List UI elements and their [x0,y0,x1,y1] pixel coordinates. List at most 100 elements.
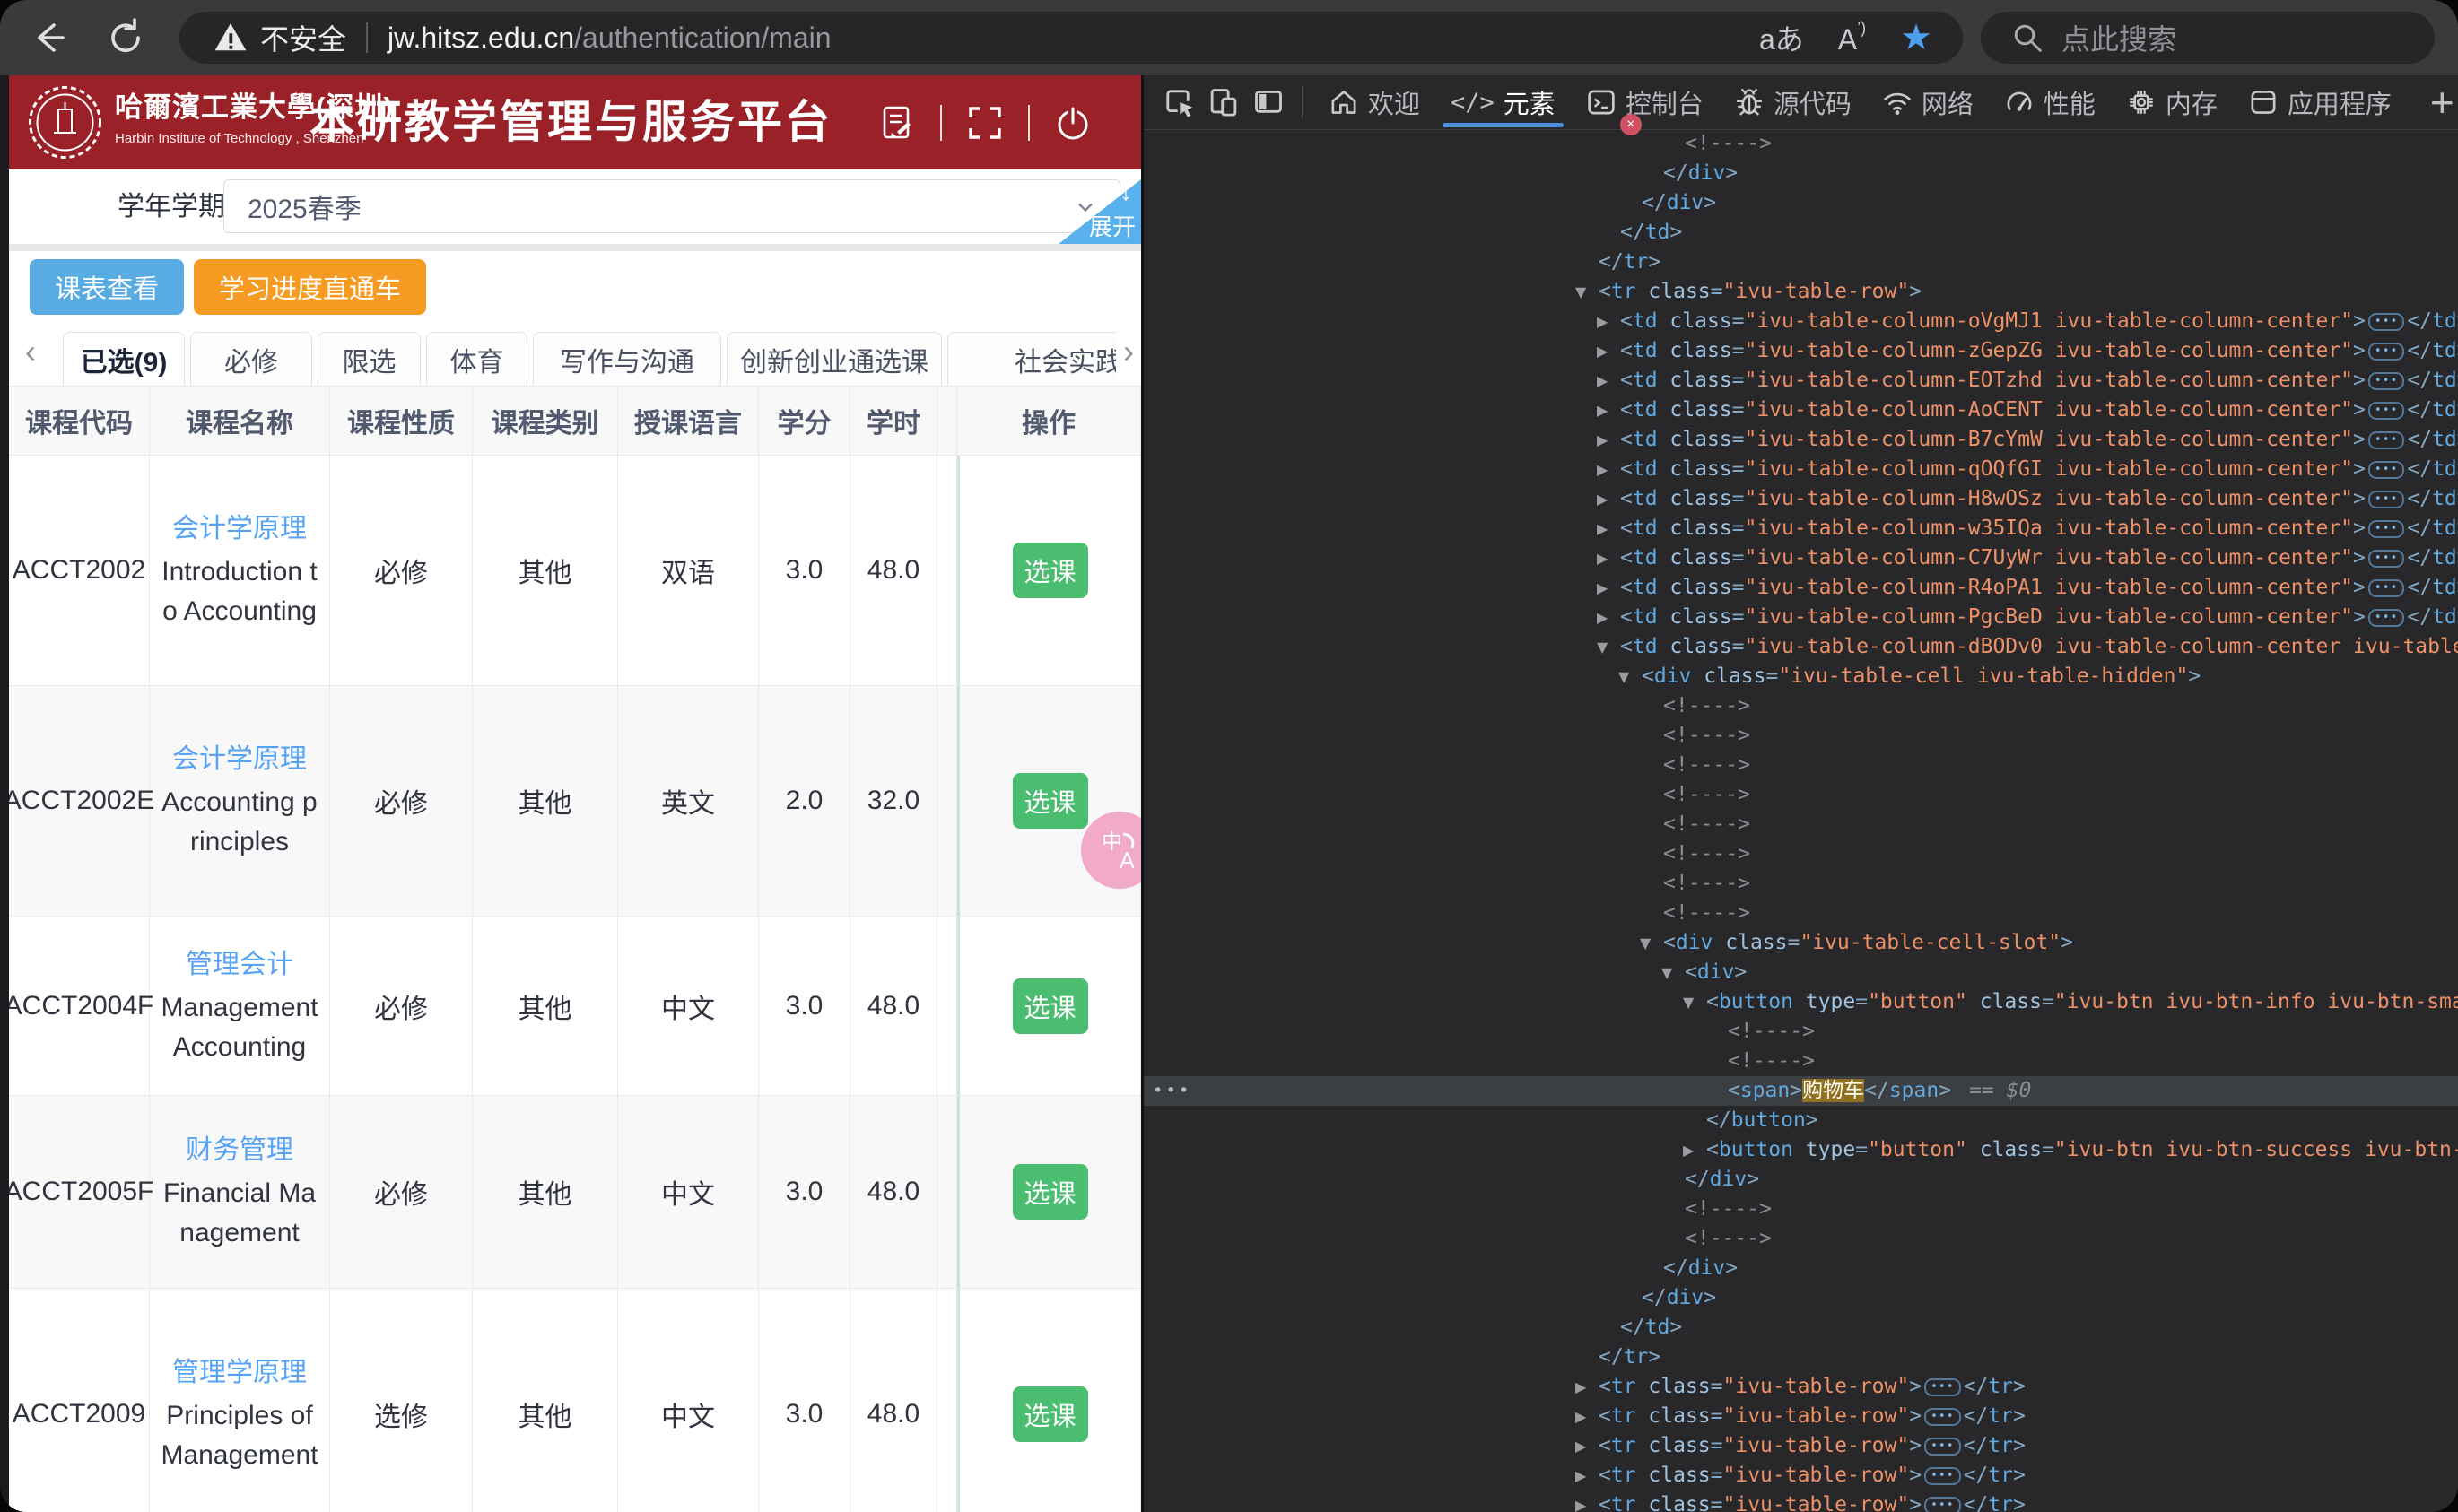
dom-tree-line[interactable]: ▶ <tr class="ivu-table-row"> ••• </tr> [1144,1372,2458,1402]
collapsed-content-ellipsis[interactable]: ••• [2367,520,2405,538]
tab-6[interactable]: 创新创业通选课 [727,332,942,386]
inspect-element-icon[interactable] [1156,80,1201,125]
expand-arrow-icon[interactable]: ▶ [1597,514,1608,543]
dom-tree-line[interactable]: </div> [1144,159,2458,188]
course-name-link[interactable]: 财务管理 [186,1131,293,1170]
dom-tree-line[interactable]: ▶ <td class="ivu-table-column-qOQfGI ivu-… [1144,455,2458,484]
collapsed-content-ellipsis[interactable]: ••• [1924,1378,1961,1396]
expand-arrow-icon[interactable]: ▶ [1575,1490,1586,1512]
dom-tree-line[interactable]: <!----> [1144,721,2458,751]
collapsed-content-ellipsis[interactable]: ••• [2367,313,2405,331]
tabs-scroll-right-icon[interactable]: › [1111,323,1141,380]
collapsed-content-ellipsis[interactable]: ••• [1924,1497,1961,1512]
devtools-tab-源代码[interactable]: 源代码 [1719,75,1867,129]
dom-tree-line[interactable]: ▼ <div class="ivu-table-cell-slot"> [1144,928,2458,958]
collapsed-content-ellipsis[interactable]: ••• [1924,1467,1961,1485]
devtools-tab-欢迎[interactable]: 欢迎 [1313,75,1435,129]
more-tabs-icon[interactable]: + [2430,78,2454,126]
tabs-scroll-left-icon[interactable]: ‹ [13,323,48,380]
expand-arrow-icon[interactable]: ▶ [1597,603,1608,632]
form-edit-icon[interactable] [877,103,917,143]
course-name-link[interactable]: 管理会计 [186,945,293,985]
course-name-link[interactable]: 会计学原理 [172,740,307,779]
select-course-button[interactable]: 选课 [1012,543,1088,598]
dom-tree-line[interactable]: </td> [1144,1313,2458,1343]
expand-arrow-icon[interactable]: ▶ [1597,573,1608,603]
view-timetable-button[interactable]: 课表查看 [30,259,185,315]
collapsed-content-ellipsis[interactable]: ••• [2367,550,2405,568]
tab-4[interactable]: 体育 [426,332,527,386]
devtools-tab-元素[interactable]: </> 元素 [1435,75,1571,129]
tab-1[interactable]: 已选(9) [63,332,185,386]
dom-tree-line[interactable]: ▶ <td class="ivu-table-column-EOTzhd ivu-… [1144,366,2458,395]
tab-3[interactable]: 限选 [318,332,421,386]
dom-tree-line[interactable]: </tr> [1144,1343,2458,1372]
expand-arrow-icon[interactable]: ▶ [1597,484,1608,514]
dom-tree-line[interactable]: ▶ <tr class="ivu-table-row"> ••• </tr> [1144,1431,2458,1461]
back-icon[interactable] [27,16,70,59]
dom-tree-line[interactable]: </div> [1144,188,2458,218]
dom-tree-line[interactable]: <!----> [1144,1224,2458,1254]
collapsed-content-ellipsis[interactable]: ••• [2367,461,2405,479]
dom-tree-line[interactable]: <!----> [1144,780,2458,810]
dom-tree-line[interactable]: ▶ <td class="ivu-table-column-AoCENT ivu-… [1144,395,2458,425]
search-box[interactable]: 点此搜索 [1981,12,2435,64]
dom-tree-line[interactable]: <!----> [1144,691,2458,721]
collapsed-content-ellipsis[interactable]: ••• [1924,1438,1961,1456]
favorite-star-icon[interactable]: ★ [1900,20,1932,56]
collapsed-content-ellipsis[interactable]: ••• [2367,579,2405,597]
dom-tree-line[interactable]: ▼ <tr class="ivu-table-row"> [1144,277,2458,307]
expand-arrow-icon[interactable]: ▶ [1575,1402,1586,1431]
expand-arrow-icon[interactable]: ▶ [1575,1461,1586,1490]
dock-side-icon[interactable] [1246,80,1291,125]
dom-tree-line[interactable]: ▶ <td class="ivu-table-column-C7UyWr ivu-… [1144,543,2458,573]
dom-tree-line[interactable]: ▶ <td class="ivu-table-column-PgcBeD ivu-… [1144,603,2458,632]
dom-tree-line[interactable]: ▶ <tr class="ivu-table-row"> ••• </tr> [1144,1461,2458,1490]
dom-tree-line[interactable]: <!----> [1144,1047,2458,1076]
collapsed-content-ellipsis[interactable]: ••• [2367,491,2405,508]
dom-tree-line[interactable]: ▼ <button type="button" class="ivu-btn iv… [1144,987,2458,1017]
select-course-button[interactable]: 选课 [1012,1164,1088,1220]
devtools-tab-网络[interactable]: 网络 [1867,75,1989,129]
dom-tree-line[interactable]: ▼ <td class="ivu-table-column-dBODv0 ivu-… [1144,632,2458,662]
expand-arrow-icon[interactable]: ▶ [1597,307,1608,336]
collapse-arrow-icon[interactable]: ▼ [1597,632,1608,662]
collapsed-content-ellipsis[interactable]: ••• [2367,343,2405,361]
devtools-tab-性能[interactable]: 性能 [1989,75,2111,129]
dom-tree-line[interactable]: ▶ <button type="button" class="ivu-btn iv… [1144,1135,2458,1165]
collapsed-content-ellipsis[interactable]: ••• [2367,431,2405,449]
select-course-button[interactable]: 选课 [1012,773,1088,829]
collapse-arrow-icon[interactable]: ▼ [1661,958,1672,987]
term-select[interactable]: 2025春季 [223,179,1120,233]
collapsed-content-ellipsis[interactable]: ••• [2367,372,2405,390]
dom-tree-line[interactable]: ▶ <td class="ivu-table-column-B7cYmW ivu-… [1144,425,2458,455]
font-tools-icon[interactable]: aあ [1759,17,1804,58]
tab-2[interactable]: 必修 [190,332,312,386]
collapsed-content-ellipsis[interactable]: ••• [1924,1408,1961,1426]
fullscreen-icon[interactable] [965,103,1005,143]
expand-arrow-icon[interactable]: ▶ [1597,366,1608,395]
dom-tree-line[interactable]: <!----> [1144,129,2458,159]
dom-tree-line[interactable]: </div> [1144,1254,2458,1283]
tab-7[interactable]: 社会实践课 [947,332,1116,386]
power-logout-icon[interactable] [1053,103,1093,143]
dom-tree-line[interactable]: ▼ <div> [1144,958,2458,987]
course-name-link[interactable]: 会计学原理 [172,509,307,549]
dom-tree-line[interactable]: <!----> [1144,810,2458,839]
expand-arrow-icon[interactable]: ▶ [1575,1372,1586,1402]
expand-arrow-icon[interactable]: ▶ [1597,425,1608,455]
collapsed-content-ellipsis[interactable]: ••• [2367,402,2405,420]
select-course-button[interactable]: 选课 [1012,1386,1088,1442]
expand-arrow-icon[interactable]: ▶ [1597,543,1608,573]
dom-tree-line[interactable]: <!----> [1144,751,2458,780]
devtools-tab-内存[interactable]: 内存 [2111,75,2233,129]
collapsed-content-ellipsis[interactable]: ••• [2367,609,2405,627]
dom-tree-line[interactable]: ▶ <tr class="ivu-table-row"> ••• </tr> [1144,1490,2458,1512]
dom-tree-line[interactable]: ▶ <td class="ivu-table-column-R4oPA1 ivu-… [1144,573,2458,603]
dom-tree-line[interactable]: </div> [1144,1165,2458,1195]
dom-tree-line[interactable]: </td> [1144,218,2458,248]
dom-tree-line[interactable]: ▶ <td class="ivu-table-column-w35IQa ivu-… [1144,514,2458,543]
study-progress-button[interactable]: 学习进度直通车 [194,259,427,315]
dom-tree-line[interactable]: </button> [1144,1106,2458,1135]
devtools-tab-应用程序[interactable]: 应用程序 [2233,75,2407,129]
